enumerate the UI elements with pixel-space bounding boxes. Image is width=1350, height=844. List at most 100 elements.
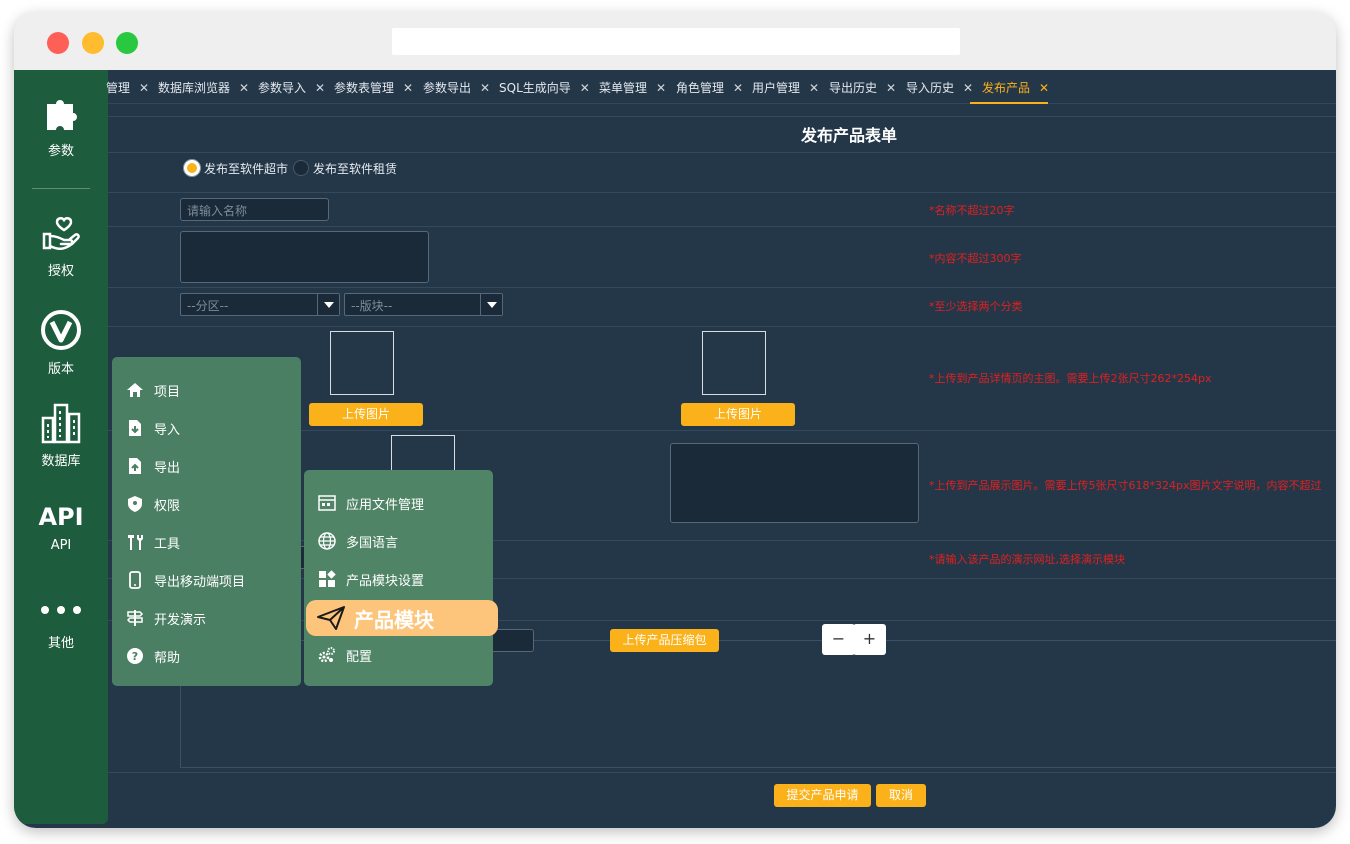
image-description-textarea[interactable]	[670, 443, 919, 523]
radio-label: 发布至软件租赁	[313, 161, 398, 176]
sidebar-item-label: 版本	[47, 362, 74, 377]
menu-item-import[interactable]: 导入	[126, 418, 180, 438]
tab-label: 发布产品	[982, 81, 1031, 95]
radio-publish-rent[interactable]: 发布至软件租赁	[293, 160, 397, 176]
menu-item-tools[interactable]: 工具	[126, 532, 180, 552]
popup-submenu: 应用文件管理 多国语言 产品模块设置 配置	[304, 470, 493, 686]
address-bar[interactable]	[392, 28, 960, 55]
tab-label: 导出历史	[829, 81, 878, 95]
block-select[interactable]: --版块--	[344, 293, 503, 316]
tab-db-browser[interactable]: 数据库浏览器 ✕	[158, 79, 249, 96]
tab-label: 参数导出	[423, 81, 472, 95]
row-divider	[108, 152, 1336, 153]
radio-publish-market[interactable]: 发布至软件超市	[184, 160, 288, 176]
radio-unselected-icon	[293, 160, 309, 176]
tab-label: 参数导入	[258, 81, 307, 95]
tab-sql-wizard[interactable]: SQL生成向导 ✕	[499, 79, 590, 96]
puzzle-icon	[47, 100, 77, 130]
close-window-button[interactable]	[47, 32, 69, 54]
sidebar-item-label: 数据库	[41, 454, 81, 469]
tab-label: 管理	[106, 81, 131, 95]
menu-item-export[interactable]: 导出	[126, 456, 180, 476]
select-value: --分区--	[187, 299, 229, 313]
menu-item-app-file-manage[interactable]: 应用文件管理	[318, 493, 424, 513]
close-icon[interactable]: ✕	[315, 81, 325, 95]
tab-bar: 管理 ✕ 数据库浏览器 ✕ 参数导入 ✕ 参数表管理 ✕ 参数导出 ✕ SQL生成向导 ✕ …	[106, 70, 1336, 104]
close-icon[interactable]: ✕	[1039, 81, 1049, 95]
chevron-down-icon	[317, 294, 339, 315]
name-hint: *名称不超过20字	[929, 204, 1015, 217]
sidebar-item-api[interactable]: API API	[14, 502, 108, 553]
menu-item-help[interactable]: ? 帮助	[126, 646, 180, 666]
menu-item-product-module[interactable]: 产品模块	[306, 600, 498, 636]
menu-item-project[interactable]: 项目	[126, 380, 180, 400]
content-textarea[interactable]	[180, 231, 429, 283]
sidebar-item-other[interactable]: 其他	[14, 598, 108, 651]
row-divider	[108, 772, 1336, 773]
main-image-slot[interactable]	[702, 331, 766, 395]
tab-manage[interactable]: 管理 ✕	[106, 79, 149, 96]
tab-param-import[interactable]: 参数导入 ✕	[258, 79, 325, 96]
tab-publish-product[interactable]: 发布产品 ✕	[982, 79, 1049, 96]
menu-item-label: 应用文件管理	[346, 497, 425, 513]
close-icon[interactable]: ✕	[480, 81, 490, 95]
radio-selected-icon	[184, 160, 200, 176]
main-image-hint: *上传到产品详情页的主图。需要上传2张尺寸262*254px	[929, 372, 1212, 385]
close-icon[interactable]: ✕	[886, 81, 896, 95]
close-icon[interactable]: ✕	[403, 81, 413, 95]
home-icon	[127, 383, 143, 397]
upload-package-button[interactable]: 上传产品压缩包	[610, 629, 719, 652]
display-image-hint: *上传到产品展示图片。需要上传5张尺寸618*324px图片文字说明，内容不超过	[929, 479, 1322, 492]
plus-button[interactable]: +	[853, 624, 886, 655]
menu-item-dev-demo[interactable]: 开发演示	[126, 608, 206, 628]
tab-export-history[interactable]: 导出历史 ✕	[829, 79, 896, 96]
close-icon[interactable]: ✕	[963, 81, 973, 95]
tab-param-table[interactable]: 参数表管理 ✕	[334, 79, 413, 96]
form-title: 发布产品表单	[800, 126, 897, 145]
minimize-window-button[interactable]	[82, 32, 104, 54]
tab-menu-manage[interactable]: 菜单管理 ✕	[599, 79, 666, 96]
shield-icon	[128, 496, 142, 512]
menu-item-config[interactable]: 配置	[318, 645, 372, 665]
tab-role-manage[interactable]: 角色管理 ✕	[676, 79, 743, 96]
close-icon[interactable]: ✕	[139, 81, 149, 95]
buildings-icon	[41, 403, 81, 444]
menu-item-module-settings[interactable]: 产品模块设置	[318, 569, 424, 589]
row-divider	[108, 116, 1336, 117]
paper-plane-icon	[317, 606, 345, 630]
app-area: 参数 授权 版本 数据库 API API 其他 管理 ✕ 数据库浏览器 ✕ 参数…	[14, 70, 1336, 828]
sidebar-item-database[interactable]: 数据库	[14, 402, 108, 469]
close-icon[interactable]: ✕	[656, 81, 666, 95]
menu-item-export-mobile[interactable]: 导出移动端项目	[126, 570, 245, 590]
chevron-down-icon	[480, 294, 502, 315]
menu-item-languages[interactable]: 多国语言	[318, 531, 398, 551]
upload-image-button[interactable]: 上传图片	[681, 403, 795, 426]
section-select[interactable]: --分区--	[180, 293, 340, 316]
close-icon[interactable]: ✕	[809, 81, 819, 95]
tab-label: 数据库浏览器	[158, 81, 231, 95]
close-icon[interactable]: ✕	[580, 81, 590, 95]
menu-item-permission[interactable]: 权限	[126, 494, 180, 514]
sidebar-item-label: API	[50, 538, 72, 553]
cancel-button[interactable]: 取消	[876, 784, 926, 807]
menu-item-label: 多国语言	[346, 535, 399, 551]
maximize-window-button[interactable]	[116, 32, 138, 54]
sidebar-item-license[interactable]: 授权	[14, 216, 108, 279]
upload-image-button[interactable]: 上传图片	[309, 403, 423, 426]
sidebar-item-params[interactable]: 参数	[14, 94, 108, 159]
tab-param-export[interactable]: 参数导出 ✕	[423, 79, 490, 96]
export-file-icon	[129, 458, 141, 474]
minus-button[interactable]: −	[822, 624, 855, 655]
sidebar-item-version[interactable]: 版本	[14, 308, 108, 377]
menu-item-label: 帮助	[154, 650, 181, 666]
content-hint: *内容不超过300字	[929, 252, 1022, 265]
name-input[interactable]: 请输入名称	[180, 198, 329, 221]
tab-user-manage[interactable]: 用户管理 ✕	[752, 79, 819, 96]
mobile-icon	[129, 571, 141, 589]
submit-button[interactable]: 提交产品申请	[774, 784, 871, 807]
main-image-slot[interactable]	[330, 331, 394, 395]
tab-import-history[interactable]: 导入历史 ✕	[906, 79, 973, 96]
close-icon[interactable]: ✕	[733, 81, 743, 95]
help-icon: ?	[127, 648, 143, 664]
close-icon[interactable]: ✕	[239, 81, 249, 95]
